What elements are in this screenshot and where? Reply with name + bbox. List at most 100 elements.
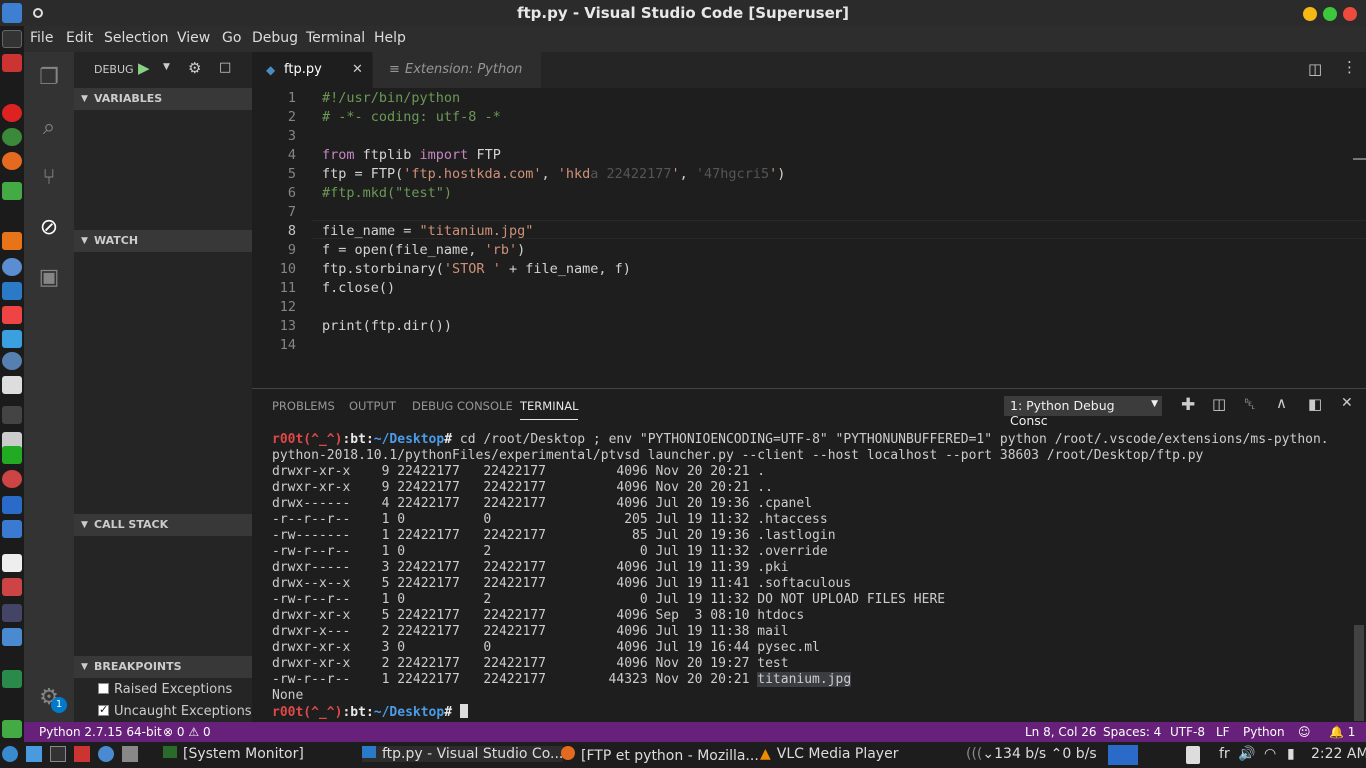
app-icon[interactable] bbox=[74, 746, 90, 762]
menu-file[interactable]: File bbox=[30, 30, 53, 46]
breakpoint-uncaught-exceptions[interactable]: Uncaught Exceptions bbox=[98, 703, 252, 719]
tab-ftp-py[interactable]: ◆ ftp.py ✕ bbox=[252, 52, 372, 88]
callstack-section-header[interactable]: ▼ CALL STACK bbox=[74, 514, 252, 536]
debug-toolbar: DEBUG ▶ ▼ ⚙ □ bbox=[74, 52, 252, 88]
maximize-panel-icon[interactable]: ∧ bbox=[1276, 394, 1287, 412]
encoding[interactable]: UTF-8 bbox=[1170, 725, 1205, 739]
terminal-icon[interactable] bbox=[2, 30, 22, 48]
keyboard-layout[interactable]: fr bbox=[1219, 746, 1230, 762]
code-editor[interactable]: 1 2 3 4 5 6 7 8 9 10 11 12 13 14 #!/usr/… bbox=[252, 88, 1366, 386]
tab-output[interactable]: OUTPUT bbox=[349, 399, 396, 413]
app-red-icon[interactable] bbox=[2, 54, 22, 72]
app-dark-icon[interactable] bbox=[2, 604, 22, 622]
task-system-monitor[interactable]: [System Monitor] bbox=[163, 746, 304, 762]
source-control-icon[interactable]: ⑂ bbox=[34, 162, 64, 192]
line-ending[interactable]: LF bbox=[1216, 725, 1230, 739]
app-window-icon[interactable] bbox=[2, 628, 22, 646]
terminal-select[interactable]: 1: Python Debug Consc ▼ bbox=[1004, 396, 1162, 428]
close-tab-icon[interactable]: ✕ bbox=[352, 52, 363, 88]
menu-selection[interactable]: Selection bbox=[104, 30, 169, 46]
feedback-smiley-icon[interactable]: ☺ bbox=[1298, 725, 1311, 739]
problems-counter[interactable]: ⊗ 0 ⚠ 0 bbox=[163, 725, 211, 739]
checkbox-checked[interactable] bbox=[98, 703, 109, 716]
chevron-down-icon[interactable]: ▼ bbox=[163, 62, 170, 72]
breakpoints-section-header[interactable]: ▼ BREAKPOINTS bbox=[74, 656, 252, 678]
app-green-icon[interactable] bbox=[2, 182, 22, 200]
tray-trash-icon[interactable] bbox=[1186, 746, 1200, 764]
watch-section-header[interactable]: ▼ WATCH bbox=[74, 230, 252, 252]
clock[interactable]: 2:22 AM bbox=[1311, 746, 1366, 762]
graph-icon[interactable] bbox=[2, 670, 22, 688]
debug-console-icon[interactable]: □ bbox=[219, 60, 231, 75]
close-button[interactable] bbox=[1343, 7, 1357, 21]
more-actions-icon[interactable]: ⋮ bbox=[1342, 58, 1357, 76]
checkbox[interactable] bbox=[98, 683, 109, 694]
menu-icon[interactable] bbox=[2, 746, 18, 762]
search-icon[interactable]: ⌕ bbox=[34, 112, 64, 142]
app-round-icon[interactable] bbox=[2, 470, 22, 488]
close-panel-icon[interactable]: ✕ bbox=[1341, 395, 1353, 411]
extensions-icon[interactable]: ▣ bbox=[34, 262, 64, 292]
variables-section-header[interactable]: ▼ VARIABLES bbox=[74, 88, 252, 110]
battery-icon[interactable]: ▮ bbox=[1287, 746, 1295, 762]
task-firefox[interactable]: [FTP et python - Mozilla... bbox=[561, 746, 759, 764]
menu-help[interactable]: Help bbox=[374, 30, 406, 46]
monitor-icon[interactable] bbox=[2, 446, 22, 464]
trash-icon[interactable] bbox=[2, 720, 22, 738]
debug-icon[interactable]: ⊘ bbox=[34, 212, 64, 242]
explorer-icon[interactable]: ❐ bbox=[34, 62, 64, 92]
opera-icon[interactable] bbox=[2, 104, 22, 122]
kill-terminal-icon[interactable]: ␡ bbox=[1244, 395, 1256, 413]
box-icon[interactable] bbox=[2, 330, 22, 348]
python-interpreter[interactable]: Python 2.7.15 64-bit bbox=[39, 725, 162, 739]
notifications[interactable]: 🔔 1 bbox=[1329, 725, 1355, 739]
menu-edit[interactable]: Edit bbox=[66, 30, 93, 46]
menu-view[interactable]: View bbox=[177, 30, 210, 46]
tab-debug-console[interactable]: DEBUG CONSOLE bbox=[412, 399, 513, 413]
download-icon[interactable] bbox=[2, 578, 22, 596]
volume-icon[interactable]: 🔊 bbox=[1238, 746, 1255, 762]
chrome-icon[interactable] bbox=[2, 128, 22, 146]
network-icon[interactable]: ◠ bbox=[1264, 746, 1276, 762]
editor-icon[interactable] bbox=[122, 746, 138, 762]
shield-icon[interactable] bbox=[2, 520, 22, 538]
maximize-button[interactable] bbox=[1323, 7, 1337, 21]
home-icon[interactable] bbox=[26, 746, 42, 762]
sublime-icon[interactable] bbox=[2, 406, 22, 424]
start-debug-icon[interactable]: ▶ bbox=[138, 59, 150, 77]
new-terminal-icon[interactable]: ✚ bbox=[1181, 395, 1195, 415]
minimap-slider[interactable] bbox=[1353, 158, 1366, 160]
breakpoint-raised-exceptions[interactable]: Raised Exceptions bbox=[98, 682, 232, 697]
minimize-button[interactable] bbox=[1303, 7, 1317, 21]
menu-debug[interactable]: Debug bbox=[252, 30, 298, 46]
app-shark-icon[interactable] bbox=[2, 258, 22, 276]
app-blue-icon[interactable] bbox=[2, 496, 22, 514]
code-line: file_name = "titanium.jpg" bbox=[322, 223, 534, 239]
app-gear-icon[interactable] bbox=[2, 352, 22, 370]
language-mode[interactable]: Python bbox=[1243, 725, 1285, 739]
term-icon[interactable] bbox=[50, 746, 66, 762]
app-orange-icon[interactable] bbox=[2, 232, 22, 250]
task-vscode[interactable]: ftp.py - Visual Studio Co... bbox=[362, 746, 564, 762]
tray-vscode-icon[interactable] bbox=[1108, 745, 1138, 765]
browser-icon[interactable] bbox=[98, 746, 114, 762]
cursor-position[interactable]: Ln 8, Col 26 bbox=[1025, 725, 1097, 739]
split-terminal-icon[interactable]: ◫ bbox=[1212, 395, 1226, 413]
menu-terminal[interactable]: Terminal bbox=[306, 30, 365, 46]
keyboard-icon[interactable] bbox=[2, 554, 22, 572]
indentation[interactable]: Spaces: 4 bbox=[1103, 725, 1161, 739]
terminal-scrollbar[interactable] bbox=[1354, 625, 1364, 721]
task-vlc[interactable]: ▲ VLC Media Player bbox=[760, 746, 898, 762]
split-editor-icon[interactable]: ◫ bbox=[1308, 60, 1322, 78]
firefox-icon[interactable] bbox=[2, 152, 22, 170]
toggle-panel-icon[interactable]: ◧ bbox=[1308, 395, 1322, 413]
extension-file-icon: ≡ bbox=[389, 62, 400, 77]
menu-go[interactable]: Go bbox=[222, 30, 241, 46]
tab-extension-python[interactable]: ≡ Extension: Python bbox=[373, 52, 541, 88]
tab-problems[interactable]: PROBLEMS bbox=[272, 399, 335, 413]
camera-icon[interactable] bbox=[2, 306, 22, 324]
notes-icon[interactable] bbox=[2, 376, 22, 394]
vscode-icon[interactable] bbox=[2, 282, 22, 300]
tab-terminal[interactable]: TERMINAL bbox=[520, 399, 579, 420]
debug-config-gear-icon[interactable]: ⚙ bbox=[188, 59, 201, 77]
